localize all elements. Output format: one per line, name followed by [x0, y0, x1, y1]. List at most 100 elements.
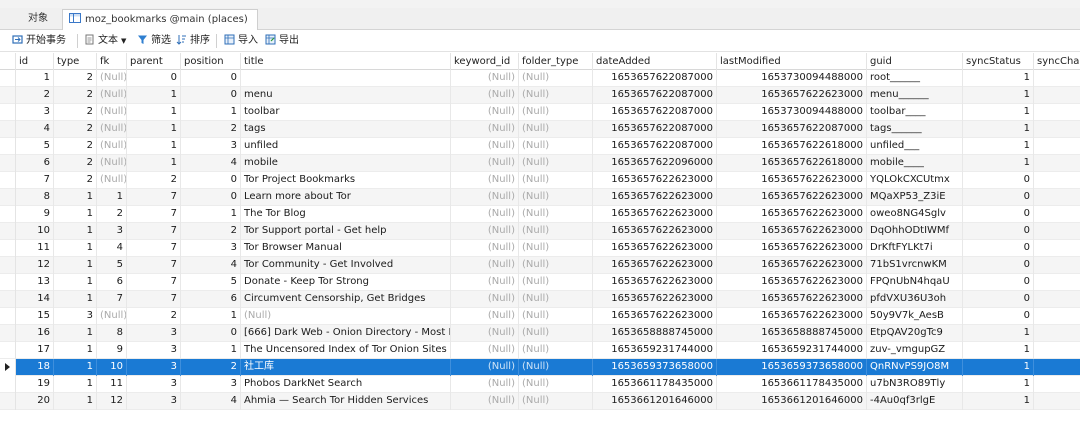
cell-folder_type[interactable]: (Null)	[519, 308, 593, 325]
tab-moz-bookmarks[interactable]: moz_bookmarks @main (places) - 表	[62, 9, 258, 45]
cell-guid[interactable]: EtpQAV20gTc9	[867, 325, 963, 342]
row-marker[interactable]	[0, 155, 16, 172]
cell-id[interactable]: 20	[16, 393, 54, 410]
cell-fk[interactable]: 9	[97, 342, 127, 359]
cell-syncstatus[interactable]: 1	[963, 155, 1034, 172]
cell-folder_type[interactable]: (Null)	[519, 223, 593, 240]
cell-keyword_id[interactable]: (Null)	[451, 257, 519, 274]
cell-lastmodified[interactable]: 1653657622623000	[717, 274, 867, 291]
cell-position[interactable]: 0	[181, 172, 241, 189]
row-marker[interactable]	[0, 87, 16, 104]
table-row[interactable]: 8 1 1 7 0 Learn more about Tor (Null) (Null) 165…	[0, 189, 1080, 206]
cell-parent[interactable]: 7	[127, 189, 181, 206]
cell-syncstatus[interactable]: 0	[963, 274, 1034, 291]
cell-guid[interactable]: QnRNvPS9JO8M	[867, 359, 963, 376]
table-row[interactable]: 19 1 11 3 3 Phobos DarkNet Search (Null) (Null)…	[0, 376, 1080, 393]
cell-id[interactable]: 6	[16, 155, 54, 172]
cell-dateadded[interactable]: 1653657622087000	[593, 87, 717, 104]
cell-fk[interactable]: 3	[97, 223, 127, 240]
cell-syncstatus[interactable]: 1	[963, 104, 1034, 121]
cell-guid[interactable]: mobile____	[867, 155, 963, 172]
row-marker[interactable]	[0, 308, 16, 325]
cell-type[interactable]: 1	[54, 359, 97, 376]
cell-syncstatus[interactable]: 1	[963, 376, 1034, 393]
row-marker[interactable]	[0, 206, 16, 223]
cell-guid[interactable]: DqOhhODtIWMf	[867, 223, 963, 240]
filter-button[interactable]: 筛选	[137, 34, 171, 48]
cell-keyword_id[interactable]: (Null)	[451, 342, 519, 359]
cell-syncchangecounter[interactable]	[1034, 376, 1080, 393]
cell-syncchangecounter[interactable]	[1034, 393, 1080, 410]
cell-parent[interactable]: 3	[127, 393, 181, 410]
cell-title[interactable]: unfiled	[241, 138, 451, 155]
cell-position[interactable]: 3	[181, 138, 241, 155]
cell-dateadded[interactable]: 1653657622087000	[593, 121, 717, 138]
cell-keyword_id[interactable]: (Null)	[451, 104, 519, 121]
table-row[interactable]: 16 1 8 3 0 [666] Dark Web - Onion Directory -…	[0, 325, 1080, 342]
cell-keyword_id[interactable]: (Null)	[451, 155, 519, 172]
cell-syncchangecounter[interactable]	[1034, 240, 1080, 257]
cell-fk[interactable]: (Null)	[97, 104, 127, 121]
cell-folder_type[interactable]: (Null)	[519, 155, 593, 172]
cell-fk[interactable]: 10	[97, 359, 127, 376]
cell-keyword_id[interactable]: (Null)	[451, 223, 519, 240]
cell-fk[interactable]: (Null)	[97, 70, 127, 87]
cell-title[interactable]	[241, 70, 451, 87]
cell-syncstatus[interactable]: 1	[963, 70, 1034, 87]
cell-guid[interactable]: YQLOkCXCUtmx	[867, 172, 963, 189]
column-header-fk[interactable]: fk	[97, 53, 127, 70]
table-row[interactable]: 6 2 (Null) 1 4 mobile (Null) (Null) 165365762209…	[0, 155, 1080, 172]
cell-type[interactable]: 1	[54, 342, 97, 359]
cell-type[interactable]: 1	[54, 257, 97, 274]
cell-folder_type[interactable]: (Null)	[519, 172, 593, 189]
cell-guid[interactable]: root______	[867, 70, 963, 87]
cell-syncchangecounter[interactable]	[1034, 359, 1080, 376]
cell-type[interactable]: 1	[54, 325, 97, 342]
column-header-syncchangecounter[interactable]: syncChan	[1034, 53, 1080, 70]
cell-parent[interactable]: 1	[127, 155, 181, 172]
cell-id[interactable]: 9	[16, 206, 54, 223]
cell-syncstatus[interactable]: 1	[963, 138, 1034, 155]
cell-dateadded[interactable]: 1653657622623000	[593, 172, 717, 189]
cell-syncchangecounter[interactable]	[1034, 342, 1080, 359]
table-row[interactable]: 20 1 12 3 4 Ahmia — Search Tor Hidden Service…	[0, 393, 1080, 410]
column-header-parent[interactable]: parent	[127, 53, 181, 70]
row-marker[interactable]	[0, 223, 16, 240]
cell-id[interactable]: 16	[16, 325, 54, 342]
cell-keyword_id[interactable]: (Null)	[451, 172, 519, 189]
row-marker[interactable]	[0, 359, 16, 376]
cell-position[interactable]: 0	[181, 189, 241, 206]
cell-type[interactable]: 1	[54, 376, 97, 393]
cell-id[interactable]: 7	[16, 172, 54, 189]
cell-guid[interactable]: menu______	[867, 87, 963, 104]
cell-syncstatus[interactable]: 1	[963, 359, 1034, 376]
column-header-folder_type[interactable]: folder_type	[519, 53, 593, 70]
cell-position[interactable]: 1	[181, 104, 241, 121]
row-marker[interactable]	[0, 393, 16, 410]
cell-folder_type[interactable]: (Null)	[519, 87, 593, 104]
cell-title[interactable]: Tor Support portal - Get help	[241, 223, 451, 240]
cell-keyword_id[interactable]: (Null)	[451, 70, 519, 87]
cell-parent[interactable]: 1	[127, 121, 181, 138]
cell-type[interactable]: 1	[54, 240, 97, 257]
table-row[interactable]: 2 2 (Null) 1 0 menu (Null) (Null) 16536576220870…	[0, 87, 1080, 104]
tab-objects[interactable]: 对象	[22, 9, 60, 30]
cell-syncchangecounter[interactable]	[1034, 291, 1080, 308]
cell-parent[interactable]: 3	[127, 342, 181, 359]
table-row[interactable]: 15 3 (Null) 2 1 (Null) (Null) (Null) 16536576226…	[0, 308, 1080, 325]
table-row[interactable]: 10 1 3 7 2 Tor Support portal - Get help (Null…	[0, 223, 1080, 240]
cell-syncstatus[interactable]: 0	[963, 240, 1034, 257]
cell-position[interactable]: 5	[181, 274, 241, 291]
cell-title[interactable]: The Uncensored Index of Tor Onion Sites …	[241, 342, 451, 359]
row-marker[interactable]	[0, 291, 16, 308]
cell-position[interactable]: 0	[181, 70, 241, 87]
cell-fk[interactable]: 4	[97, 240, 127, 257]
cell-syncchangecounter[interactable]	[1034, 257, 1080, 274]
cell-guid[interactable]: zuv-_vmgupGZ	[867, 342, 963, 359]
cell-title[interactable]: 社工库	[241, 359, 451, 376]
import-button[interactable]: 导入	[224, 34, 258, 48]
cell-title[interactable]: Circumvent Censorship, Get Bridges	[241, 291, 451, 308]
cell-fk[interactable]: (Null)	[97, 87, 127, 104]
cell-syncchangecounter[interactable]	[1034, 223, 1080, 240]
cell-fk[interactable]: 7	[97, 291, 127, 308]
